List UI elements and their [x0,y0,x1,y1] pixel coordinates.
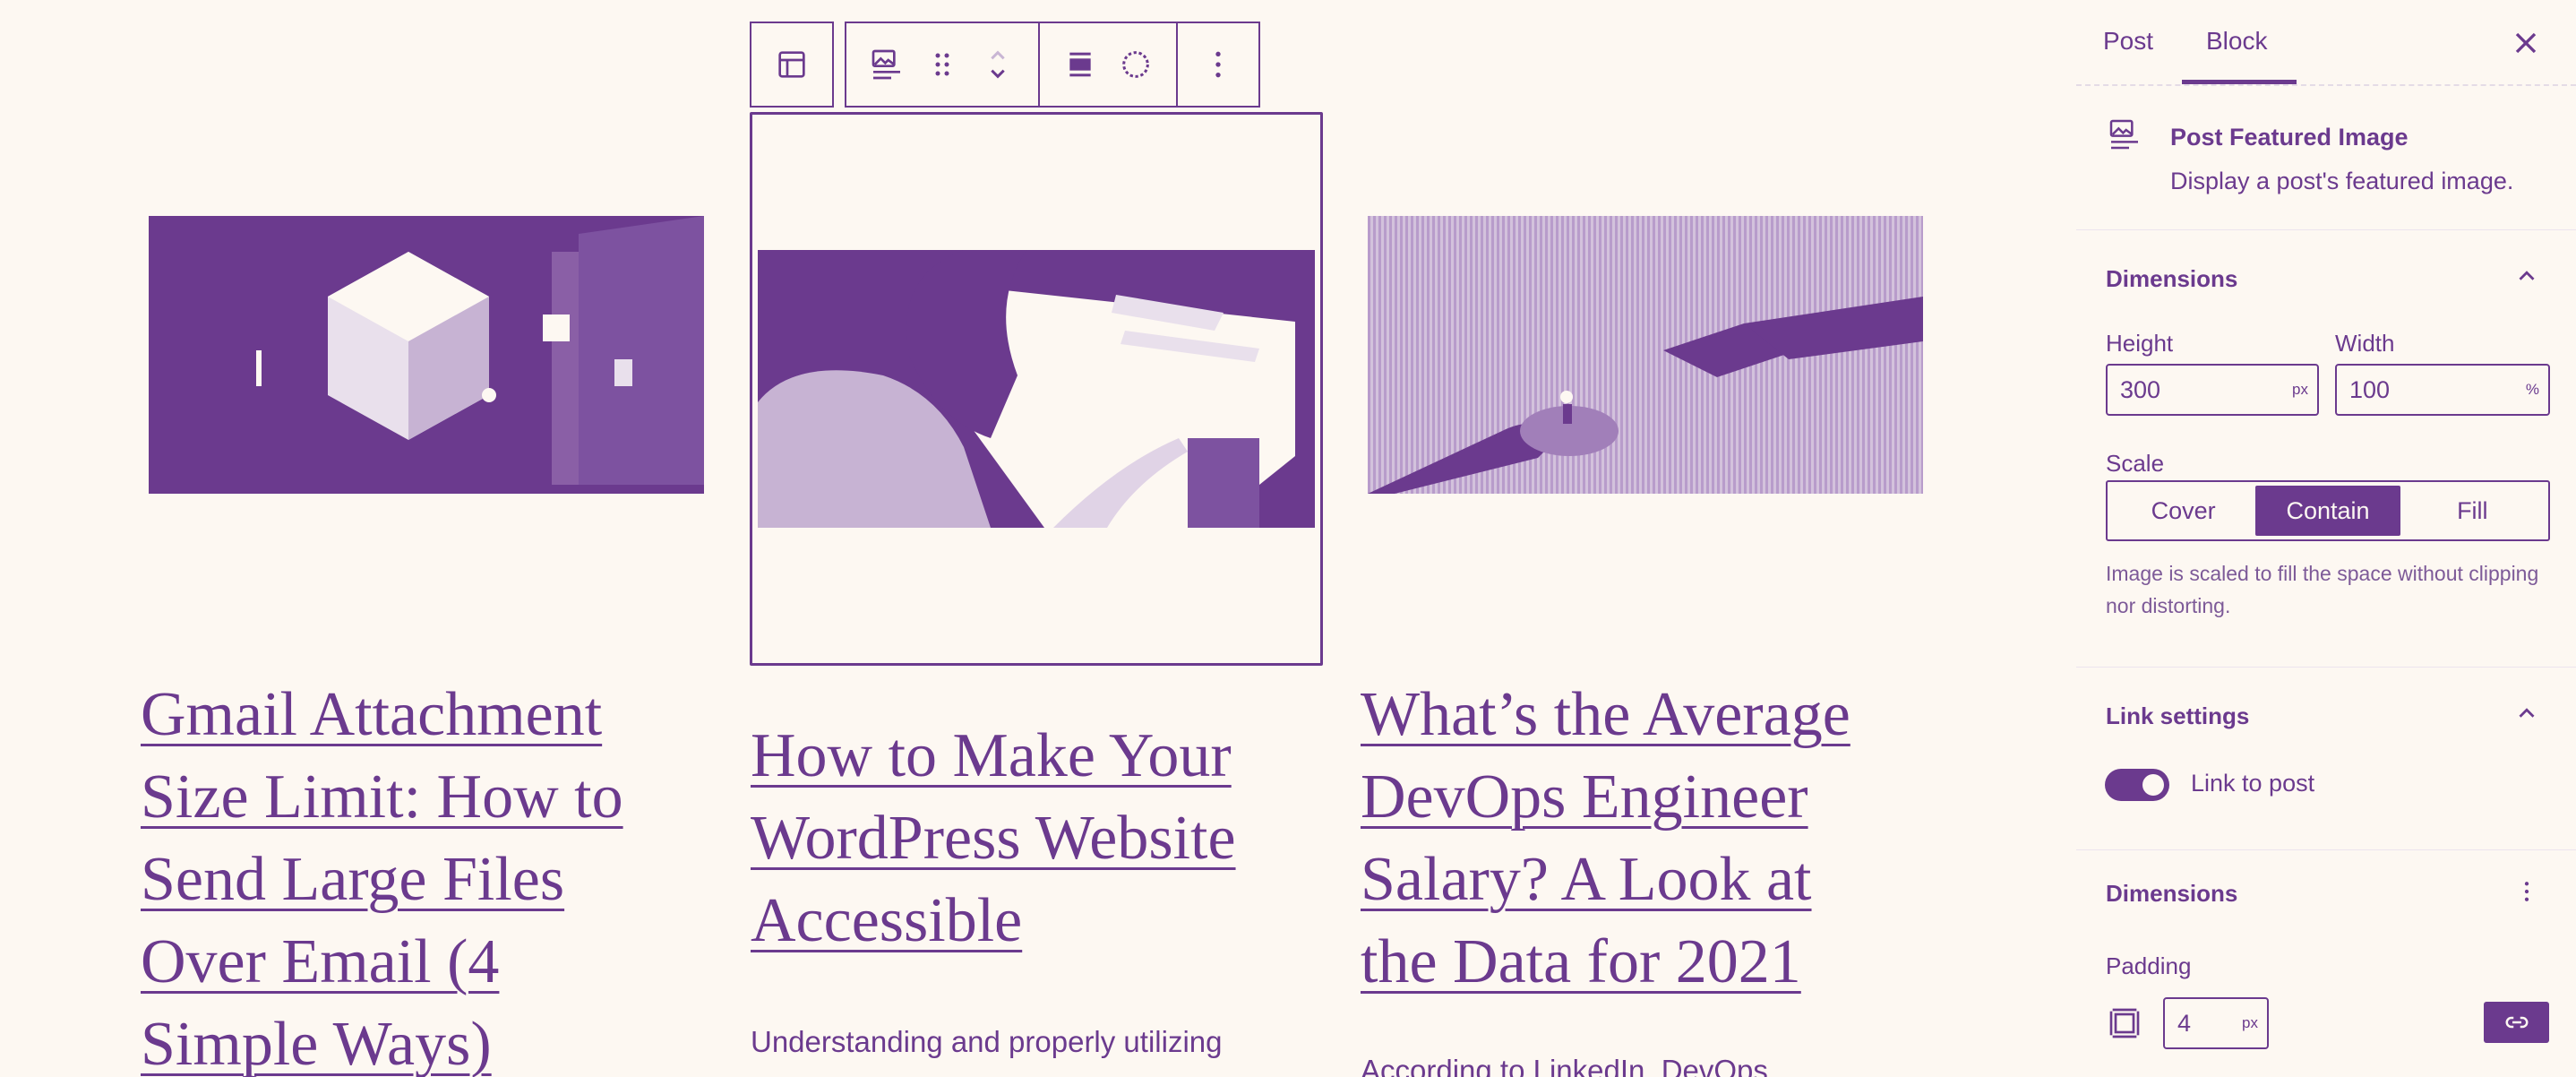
scale-option-contain[interactable]: Contain [2255,486,2400,536]
divider [2076,849,2576,850]
link-to-post-toggle[interactable] [2105,769,2169,801]
height-value: 300 [2120,375,2161,403]
block-type-button[interactable] [859,33,914,96]
align-icon [1069,52,1091,77]
featured-image-post-3[interactable] [1368,216,1923,494]
toggle-knob [2142,774,2164,796]
toolbar-group-settings [1040,22,1178,108]
height-label: Height [2106,330,2174,357]
drag-handle-button[interactable] [914,33,970,96]
padding-label: Padding [2106,952,2192,979]
padding-value: 4 [2177,1009,2192,1037]
width-input[interactable]: 100 % [2335,364,2550,416]
scale-label: Scale [2106,450,2165,477]
more-options-icon [1215,51,1221,78]
featured-image-icon [2109,119,2138,150]
width-value: 100 [2349,375,2391,403]
duotone-button[interactable] [1108,33,1163,96]
tab-block[interactable]: Block [2206,27,2267,56]
editor-canvas: Gmail Attachment Size Limit: How to Send… [0,0,2076,1077]
height-input[interactable]: 300 px [2106,364,2319,416]
scale-option-cover[interactable]: Cover [2111,486,2255,536]
post-excerpt-3: According to LinkedIn, DevOps [1361,1054,1768,1077]
link-to-post-label: Link to post [2191,770,2315,797]
scale-option-fill[interactable]: Fill [2400,486,2545,536]
more-options-icon[interactable] [2513,878,2540,905]
block-card-title: Post Featured Image [2170,124,2409,151]
chevron-up-icon[interactable] [2513,700,2540,727]
dimensions-panel-title[interactable]: Dimensions [2106,265,2237,293]
toolbar-group-more [1178,22,1260,108]
align-button[interactable] [1052,33,1108,96]
padding-sides-icon [2109,1008,2140,1038]
unlink-sides-button[interactable] [2484,1002,2549,1043]
active-tab-indicator [2182,80,2297,84]
post-title-3[interactable]: What’s the Average DevOps Engineer Salar… [1361,674,1850,1004]
select-parent-button[interactable] [764,33,820,96]
padding-input[interactable]: 4 px [2163,997,2269,1049]
selected-block-outline [750,112,1323,666]
featured-image-icon [872,49,900,80]
sidebar-tabs: Post Block [2076,0,2576,86]
post-title-2[interactable]: How to Make Your WordPress Website Acces… [751,715,1236,962]
height-unit[interactable]: px [2292,381,2317,399]
link-icon [2505,1016,2528,1029]
more-options-button[interactable] [1190,33,1246,96]
duotone-icon [1122,51,1149,78]
post-excerpt-2: Understanding and properly utilizing [751,1025,1223,1058]
tab-post[interactable]: Post [2103,27,2153,56]
link-settings-panel-title[interactable]: Link settings [2106,702,2249,730]
block-toolbar [750,22,1260,108]
padding-unit[interactable]: px [2242,1014,2267,1032]
width-label: Width [2335,330,2395,357]
scale-help-text: Image is scaled to fill the space withou… [2106,562,2539,617]
layout-parent-icon [778,51,805,78]
move-up-down-button[interactable] [970,33,1026,96]
chevron-up-icon[interactable] [2513,263,2540,289]
toolbar-group-parent [750,22,834,108]
drag-handle-icon [935,53,949,76]
scale-toggle-group: Cover Contain Fill [2106,480,2550,541]
close-sidebar-icon[interactable] [2508,25,2544,61]
toolbar-group-block [845,22,1040,108]
move-up-down-icon [991,50,1005,79]
divider [2076,667,2576,668]
divider [2076,229,2576,230]
block-card-description: Display a post's featured image. [2170,168,2514,194]
styles-dimensions-panel-title[interactable]: Dimensions [2106,880,2237,908]
featured-image-post-1[interactable] [149,216,704,494]
width-unit[interactable]: % [2526,381,2548,399]
post-title-1[interactable]: Gmail Attachment Size Limit: How to Send… [141,674,623,1077]
